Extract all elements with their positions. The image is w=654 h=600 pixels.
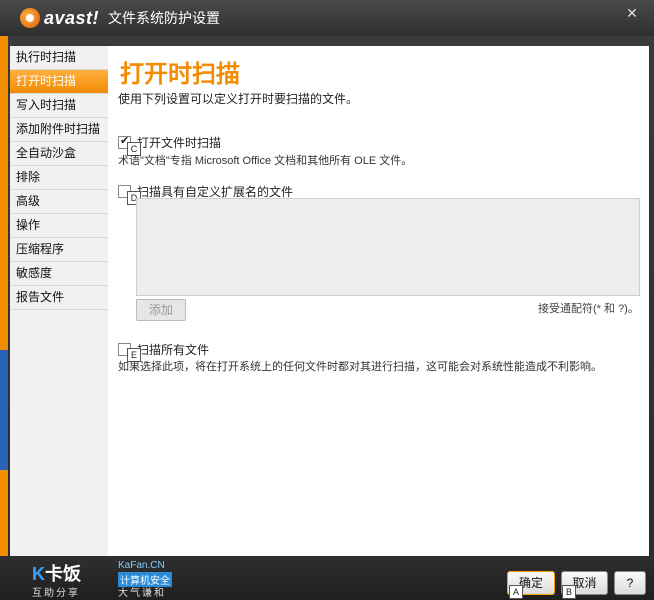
help-button[interactable]: ? — [614, 571, 646, 595]
brand-slogan-modest: 大气谦和 — [118, 588, 166, 599]
add-extension-button[interactable]: 添加 — [136, 299, 186, 321]
sidebar-item-on-open-scan[interactable]: 打开时扫描 — [10, 70, 108, 94]
scan-all-note: 如果选择此项，将在打开系统上的任何文件时都对其进行扫描，这可能会对系统性能造成不… — [118, 361, 602, 373]
sidebar-item-actions[interactable]: 操作 — [10, 214, 108, 238]
brand-slogan-share: 互助分享 — [32, 588, 80, 599]
window-title: 文件系统防护设置 — [108, 10, 220, 26]
close-icon[interactable]: ✕ — [622, 4, 642, 22]
sidebar-item-report-file[interactable]: 报告文件 — [10, 286, 108, 310]
extensions-list[interactable] — [136, 198, 640, 296]
wildcard-note: 接受通配符(* 和 ?)。 — [538, 303, 639, 315]
shortcut-key-b: B — [562, 585, 576, 599]
sidebar-item-on-write-scan[interactable]: 写入时扫描 — [10, 94, 108, 118]
sidebar-item-exclusions[interactable]: 排除 — [10, 166, 108, 190]
avast-ball-icon — [20, 8, 40, 28]
kafan-watermark: K卡饭 KaFan.CN 计算机安全 互助分享 大气谦和 — [32, 560, 182, 599]
sidebar-item-autosandbox[interactable]: 全自动沙盒 — [10, 142, 108, 166]
sidebar-item-advanced[interactable]: 高级 — [10, 190, 108, 214]
settings-sidebar: 执行时扫描 打开时扫描 写入时扫描 添加附件时扫描 全自动沙盒 排除 高级 操作… — [10, 46, 109, 556]
avast-logo: avast! — [20, 6, 99, 30]
title-bar: avast! 文件系统防护设置 ✕ — [0, 0, 654, 36]
brand-url: KaFan.CN — [118, 560, 165, 571]
scan-all-label: 扫描所有文件 — [137, 343, 210, 357]
sidebar-item-on-execute-scan[interactable]: 执行时扫描 — [10, 46, 108, 70]
scan-documents-label: 打开文件时扫描 — [137, 136, 222, 150]
background-window-fragment — [0, 350, 8, 470]
logo-text: avast! — [44, 7, 100, 28]
shortcut-key-a: A — [509, 585, 523, 599]
page-description: 使用下列设置可以定义打开时要扫描的文件。 — [118, 92, 359, 106]
brand-text: 卡饭 — [45, 564, 81, 584]
sidebar-item-sensitivity[interactable]: 敏感度 — [10, 262, 108, 286]
orange-frame-strip — [0, 36, 8, 576]
brand-main: K卡饭 — [32, 560, 81, 586]
sidebar-item-packers[interactable]: 压缩程序 — [10, 238, 108, 262]
sidebar-item-on-attach-scan[interactable]: 添加附件时扫描 — [10, 118, 108, 142]
page-title: 打开时扫描 — [120, 61, 240, 88]
documents-note: 术语"文档"专指 Microsoft Office 文档和其他所有 OLE 文件… — [118, 155, 413, 167]
settings-window: avast! 文件系统防护设置 ✕ 执行时扫描 打开时扫描 写入时扫描 添加附件… — [0, 0, 654, 600]
brand-k: K — [32, 564, 45, 584]
settings-content: 打开时扫描 使用下列设置可以定义打开时要扫描的文件。 打开文件时扫描 C 术语"… — [108, 46, 649, 556]
